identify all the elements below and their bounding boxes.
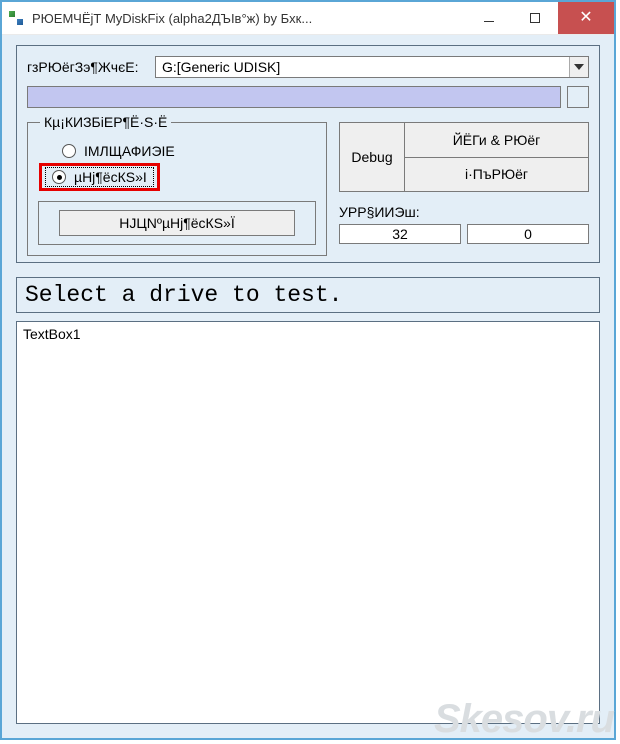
progress-bar bbox=[27, 86, 561, 108]
app-window: РЮЕМЧЁjТ MyDiskFix (alpha2ДЪIв°ж) by Бхк… bbox=[0, 0, 616, 740]
mode-action-button[interactable]: НJЦNºµНj¶ёсКS»Ї bbox=[59, 210, 295, 236]
mode-option-1[interactable]: IМЛЩАФИЭIЕ bbox=[60, 141, 312, 161]
mode-option-2-label: µНj¶ёсКS»I bbox=[74, 169, 147, 185]
chevron-down-icon bbox=[574, 64, 584, 70]
left-column: Кµ¡КИЗБiЕР¶Ё·S·Ё IМЛЩАФИЭIЕ µНj¶ёсКS»I bbox=[27, 122, 327, 256]
progress-row bbox=[27, 86, 589, 108]
drive-label: гзРЮёгЗэ¶ЖчєE: bbox=[27, 59, 155, 75]
status-message: Select a drive to test. bbox=[16, 277, 600, 313]
counters-label: УРР§ИИЭш: bbox=[339, 204, 589, 220]
radio-icon bbox=[52, 170, 66, 184]
mode-group-title: Кµ¡КИЗБiЕР¶Ё·S·Ё bbox=[40, 114, 171, 130]
mode-action-panel: НJЦNºµНj¶ёсКS»Ї bbox=[38, 201, 316, 245]
radio-icon bbox=[62, 144, 76, 158]
right-column: Debug ЙЁГи & РЮёг i·ПъРЮёг УРР§ИИЭш: 32 … bbox=[339, 122, 589, 244]
highlight-frame: µНj¶ёсКS»I bbox=[39, 163, 160, 191]
mode-option-1-label: IМЛЩАФИЭIЕ bbox=[84, 143, 175, 159]
minimize-icon bbox=[484, 21, 494, 22]
counter-value-2: 0 bbox=[467, 224, 589, 244]
log-textbox[interactable]: TextBox1 bbox=[16, 321, 600, 724]
minimize-button[interactable] bbox=[466, 2, 512, 34]
close-icon: ✕ bbox=[579, 10, 592, 26]
window-buttons: ✕ bbox=[466, 2, 614, 34]
mid-columns: Кµ¡КИЗБiЕР¶Ё·S·Ё IМЛЩАФИЭIЕ µНj¶ёсКS»I bbox=[27, 122, 589, 256]
counter-value-1: 32 bbox=[339, 224, 461, 244]
drive-row: гзРЮёгЗэ¶ЖчєE: G:[Generic UDISK] bbox=[27, 56, 589, 78]
debug-button-block: Debug ЙЁГи & РЮёг i·ПъРЮёг bbox=[339, 122, 589, 192]
progress-indicator-box bbox=[567, 86, 589, 108]
maximize-icon bbox=[530, 13, 540, 23]
top-panel: гзРЮёгЗэ¶ЖчєE: G:[Generic UDISK] bbox=[16, 45, 600, 263]
close-button[interactable]: ✕ bbox=[558, 2, 614, 34]
counters-row: 32 0 bbox=[339, 224, 589, 244]
debug-button[interactable]: Debug bbox=[339, 123, 404, 192]
drive-selected-value: G:[Generic UDISK] bbox=[156, 57, 569, 77]
maximize-button[interactable] bbox=[512, 2, 558, 34]
dropdown-button[interactable] bbox=[569, 57, 588, 77]
drive-select[interactable]: G:[Generic UDISK] bbox=[155, 56, 589, 78]
app-icon bbox=[8, 10, 24, 26]
window-title: РЮЕМЧЁjТ MyDiskFix (alpha2ДЪIв°ж) by Бхк… bbox=[32, 11, 466, 26]
scan-fix-button[interactable]: ЙЁГи & РЮёг bbox=[404, 123, 588, 158]
client-area: гзРЮёгЗэ¶ЖчєE: G:[Generic UDISK] bbox=[2, 35, 614, 738]
titlebar: РЮЕМЧЁjТ MyDiskFix (alpha2ДЪIв°ж) by Бхк… bbox=[2, 2, 614, 35]
cancel-fix-button[interactable]: i·ПъРЮёг bbox=[404, 158, 588, 193]
mode-groupbox: Кµ¡КИЗБiЕР¶Ё·S·Ё IМЛЩАФИЭIЕ µНj¶ёсКS»I bbox=[27, 122, 327, 256]
mode-option-2[interactable]: µНj¶ёсКS»I bbox=[42, 161, 312, 193]
